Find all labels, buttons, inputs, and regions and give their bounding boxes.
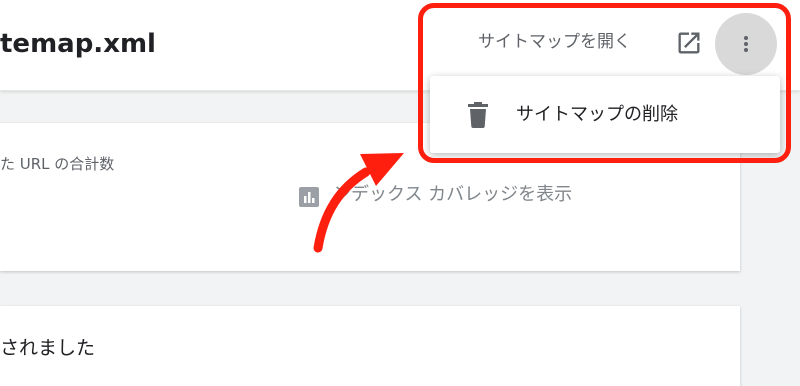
more-vert-icon [744,36,748,52]
open-in-new-icon[interactable] [675,29,703,57]
more-options-button[interactable] [715,13,777,75]
status-card [0,306,740,386]
page-title: temap.xml [0,29,156,59]
index-coverage-link[interactable]: ンデックス カバレッジを表示 [333,182,572,208]
trash-icon [467,102,489,128]
bar-chart-icon[interactable] [297,185,321,209]
total-urls-label: た URL の合計数 [0,155,115,173]
delete-sitemap-label: サイトマップの削除 [516,104,678,125]
dropdown-menu: サイトマップの削除 [430,76,780,153]
open-sitemap-link[interactable]: サイトマップを開く [478,30,631,54]
status-text: されました [0,337,96,359]
delete-sitemap-menu-item[interactable]: サイトマップの削除 [430,76,780,153]
